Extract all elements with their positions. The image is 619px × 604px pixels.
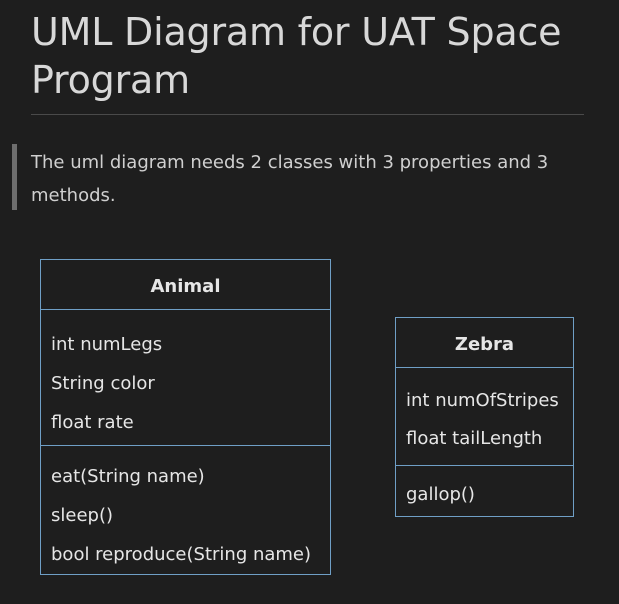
blockquote-text: The uml diagram needs 2 classes with 3 p… — [31, 152, 549, 206]
class-methods: gallop() — [396, 465, 573, 514]
class-properties: int numLegs String color float rate — [41, 309, 330, 445]
uml-class-zebra: Zebra int numOfStripes float tailLength … — [395, 317, 574, 517]
page-title: UML Diagram for UAT Space Program — [31, 10, 562, 102]
class-property: float rate — [51, 412, 134, 433]
class-property: String color — [51, 373, 155, 394]
blockquote-bar — [12, 144, 17, 210]
uml-class-animal: Animal int numLegs String color float ra… — [40, 259, 331, 575]
class-name: Animal — [150, 276, 221, 297]
class-property: int numOfStripes — [406, 390, 559, 411]
class-methods: eat(String name) sleep() bool reproduce(… — [41, 445, 330, 574]
class-name: Zebra — [454, 334, 515, 355]
class-method: gallop() — [406, 484, 475, 505]
blockquote: The uml diagram needs 2 classes with 3 p… — [12, 144, 572, 210]
class-properties: int numOfStripes float tailLength — [396, 367, 573, 465]
class-property: int numLegs — [51, 334, 163, 355]
heading-divider — [31, 114, 584, 115]
class-method: eat(String name) — [51, 466, 205, 487]
class-property: float tailLength — [406, 428, 543, 449]
page: UML Diagram for UAT Space Program The um… — [0, 0, 619, 604]
class-method: sleep() — [51, 505, 113, 526]
class-method: bool reproduce(String name) — [51, 544, 312, 565]
